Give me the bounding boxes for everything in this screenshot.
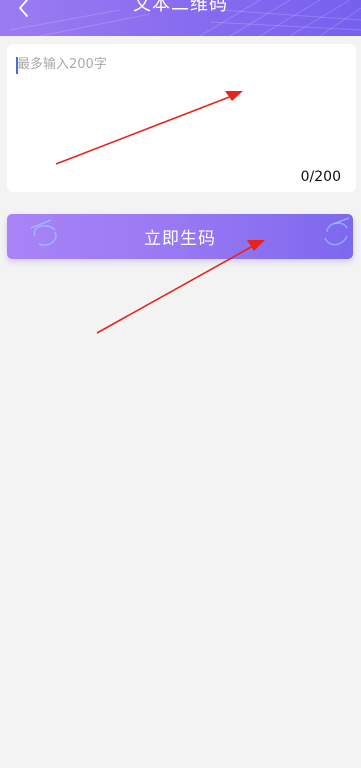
header-bar: 文本二维码	[0, 0, 361, 36]
generate-button-label: 立即生码	[144, 229, 216, 249]
button-left-decoration	[30, 219, 57, 246]
text-input-card: 0/200	[7, 44, 356, 192]
generate-button[interactable]: 立即生码	[7, 214, 353, 259]
button-right-decoration	[324, 217, 350, 246]
page: 文本二维码 0/200 立即生码	[0, 0, 361, 768]
char-counter: 0/200	[300, 169, 341, 185]
text-input[interactable]	[17, 56, 345, 166]
page-title: 文本二维码	[133, 0, 228, 15]
text-cursor	[16, 57, 18, 74]
